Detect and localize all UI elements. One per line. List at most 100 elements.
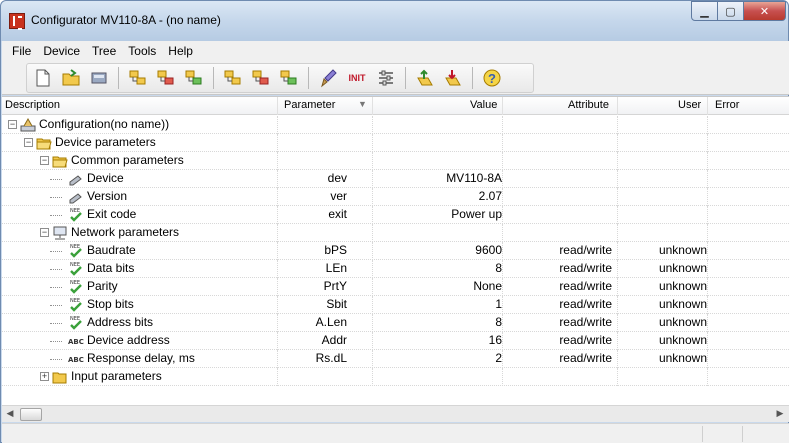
value-cell[interactable]: Power up xyxy=(347,207,502,221)
window-title: Configurator MV110-8A - (no name) xyxy=(31,13,221,27)
value-cell[interactable]: 2.07 xyxy=(347,189,502,203)
tree-yellow-button[interactable] xyxy=(126,66,150,90)
tree-row[interactable]: Version ver 2.07 xyxy=(2,188,789,206)
col-error[interactable]: Error xyxy=(715,99,739,111)
value-cell[interactable]: 1 xyxy=(347,297,502,311)
new-file-button[interactable] xyxy=(31,66,55,90)
tree-row[interactable]: ABC Response delay, ms Rs.dL 2 read/write unk… xyxy=(2,350,789,368)
toolbar: INIT ? xyxy=(2,61,789,95)
close-button[interactable]: ✕ xyxy=(743,1,786,21)
device-read-button[interactable] xyxy=(87,66,111,90)
tree-item-label: Data bits xyxy=(87,261,135,275)
tree-row[interactable]: − Device parameters xyxy=(2,134,789,152)
value-cell[interactable]: MV110-8A xyxy=(347,171,502,185)
tree-row[interactable]: − Common parameters xyxy=(2,152,789,170)
svg-text:NEE: NEE xyxy=(70,244,80,250)
menu-tree[interactable]: Tree xyxy=(86,44,122,58)
tree-item-label: Device parameters xyxy=(55,135,156,149)
tree-item-label: Address bits xyxy=(87,315,154,329)
param-cell: PrtY xyxy=(323,279,347,293)
toolbar-band: INIT ? xyxy=(26,63,534,93)
tree-item-label: Response delay, ms xyxy=(87,351,195,365)
svg-text:NEE: NEE xyxy=(70,262,80,268)
param-cell: LEn xyxy=(325,261,347,275)
value-cell[interactable]: 2 xyxy=(347,351,502,365)
value-cell[interactable]: 9600 xyxy=(347,243,502,257)
menu-bar: File Device Tree Tools Help xyxy=(2,41,789,61)
menu-help[interactable]: Help xyxy=(162,44,199,58)
menu-file[interactable]: File xyxy=(6,44,37,58)
check-nee-icon: NEE xyxy=(68,297,84,313)
svg-text:NEE: NEE xyxy=(70,316,80,322)
tree-row[interactable]: NEE Stop bits Sbit 1 read/write unknown xyxy=(2,296,789,314)
collapse-icon[interactable]: − xyxy=(24,138,33,147)
tree-green-2-button[interactable] xyxy=(277,66,301,90)
tree-item-label: Network parameters xyxy=(71,225,180,239)
tree-row[interactable]: − Configuration(no name)) xyxy=(2,116,789,134)
tree-green-button[interactable] xyxy=(182,66,206,90)
tree-row[interactable]: + Input parameters xyxy=(2,368,789,386)
value-cell[interactable]: 16 xyxy=(347,333,502,347)
col-user[interactable]: User xyxy=(678,99,701,111)
tree-row[interactable]: NEE Parity PrtY None read/write unknown xyxy=(2,278,789,296)
tree-row[interactable]: ABC Device address Addr 16 read/write unknown xyxy=(2,332,789,350)
col-value[interactable]: Value xyxy=(470,99,497,111)
param-cell: A.Len xyxy=(315,315,347,329)
tree-red-2-button[interactable] xyxy=(249,66,273,90)
app-window: Configurator MV110-8A - (no name) ▁ ▢ ✕ … xyxy=(0,0,789,443)
user-cell: unknown xyxy=(658,297,707,311)
col-parameter[interactable]: Parameter xyxy=(284,99,335,111)
tree-row[interactable]: NEE Exit code exit Power up xyxy=(2,206,789,224)
maximize-button[interactable]: ▢ xyxy=(717,1,744,21)
collapse-icon[interactable]: − xyxy=(40,228,49,237)
value-cell[interactable]: 8 xyxy=(347,315,502,329)
tree-row[interactable]: NEE Data bits LEn 8 read/write unknown xyxy=(2,260,789,278)
download-button[interactable] xyxy=(441,66,465,90)
tree-rows: − Configuration(no name)) − Device paramete… xyxy=(2,116,789,386)
tree-row[interactable]: Device dev MV110-8A xyxy=(2,170,789,188)
tree-item-label: Stop bits xyxy=(87,297,134,311)
tree-item-label: Configuration(no name)) xyxy=(39,117,170,131)
param-cell: exit xyxy=(328,207,347,221)
value-cell[interactable]: 8 xyxy=(347,261,502,275)
settings-sliders-button[interactable] xyxy=(374,66,398,90)
col-attribute[interactable]: Attribute xyxy=(568,99,609,111)
scroll-left-icon[interactable]: ◀ xyxy=(4,408,16,421)
tree-item-label: Parity xyxy=(87,279,118,293)
tree-yellow-2-button[interactable] xyxy=(221,66,245,90)
help-icon[interactable]: ? xyxy=(480,66,504,90)
check-nee-icon: NEE xyxy=(68,279,84,295)
init-button[interactable]: INIT xyxy=(344,66,370,90)
brush-button[interactable] xyxy=(316,66,340,90)
title-bar[interactable]: Configurator MV110-8A - (no name) ▁ ▢ ✕ xyxy=(1,1,788,41)
collapse-icon[interactable]: − xyxy=(40,156,49,165)
svg-text:?: ? xyxy=(488,71,496,86)
folder-open-icon xyxy=(52,153,68,169)
collapse-icon[interactable]: − xyxy=(8,120,17,129)
horizontal-scrollbar[interactable]: ◀ ▶ xyxy=(2,405,789,422)
tree-row[interactable]: NEE Baudrate bPS 9600 read/write unknown xyxy=(2,242,789,260)
menu-device[interactable]: Device xyxy=(37,44,86,58)
scroll-thumb[interactable] xyxy=(20,408,42,421)
param-cell: Rs.dL xyxy=(315,351,347,365)
param-cell: Addr xyxy=(321,333,347,347)
svg-text:NEE: NEE xyxy=(70,298,80,304)
open-folder-button[interactable] xyxy=(59,66,83,90)
tree-row[interactable]: − Network parameters xyxy=(2,224,789,242)
minimize-button[interactable]: ▁ xyxy=(691,1,718,21)
scroll-right-icon[interactable]: ▶ xyxy=(774,408,786,421)
pencil-icon xyxy=(68,189,84,205)
param-cell: Sbit xyxy=(326,297,347,311)
svg-text:ABC: ABC xyxy=(68,356,84,364)
check-nee-icon: NEE xyxy=(68,315,84,331)
check-nee-icon: NEE xyxy=(68,243,84,259)
attribute-cell: read/write xyxy=(559,333,612,347)
upload-button[interactable] xyxy=(413,66,437,90)
tree-row[interactable]: NEE Address bits A.Len 8 read/write unknown xyxy=(2,314,789,332)
pencil-icon xyxy=(68,171,84,187)
menu-tools[interactable]: Tools xyxy=(122,44,162,58)
col-description[interactable]: Description xyxy=(5,99,60,111)
tree-red-button[interactable] xyxy=(154,66,178,90)
expand-icon[interactable]: + xyxy=(40,372,49,381)
value-cell[interactable]: None xyxy=(347,279,502,293)
